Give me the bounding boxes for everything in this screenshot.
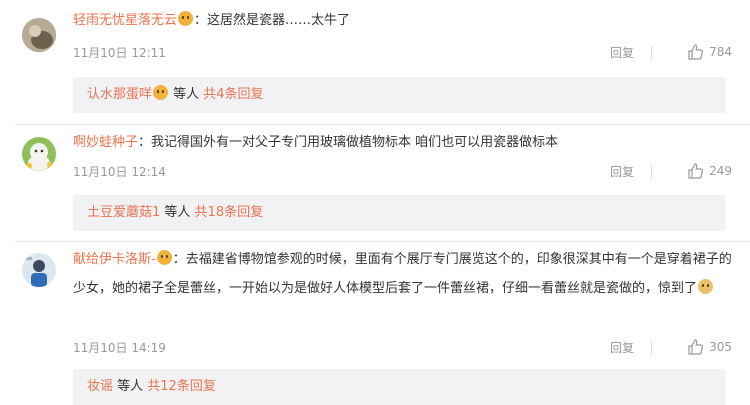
reply-middle-text: 等人: [169, 87, 204, 102]
reply-middle-text: 等人: [113, 379, 148, 394]
meta-divider: [651, 341, 652, 355]
like-button[interactable]: 784: [687, 44, 732, 60]
comment-time: 11月10日 12:14: [73, 165, 166, 179]
comment-body: 这居然是瓷器……太牛了: [207, 13, 351, 28]
avatar-image: [22, 137, 56, 171]
comment-meta: 11月10日 12:14 回复 249: [73, 163, 732, 183]
comment-divider: [15, 124, 750, 125]
reply-first-user[interactable]: 认水那蛋咩: [87, 87, 152, 102]
comment-username[interactable]: 献给伊卡洛斯-: [73, 252, 156, 267]
comment-time: 11月10日 12:11: [73, 46, 166, 60]
reply-first-user[interactable]: 妆谣: [87, 379, 113, 394]
separator: ：: [138, 135, 152, 150]
separator: ：: [194, 13, 208, 28]
reply-button[interactable]: 回复: [610, 339, 634, 356]
thumbs-up-icon: [687, 163, 704, 179]
avatar[interactable]: [22, 137, 56, 171]
comment-text: 啊妙蛙种子：我记得国外有一对父子专门用玻璃做植物标本 咱们也可以用瓷器做标本: [73, 128, 732, 157]
separator: ：: [172, 252, 186, 267]
emoji-icon: [156, 250, 172, 265]
like-button[interactable]: 249: [687, 163, 732, 179]
like-button[interactable]: 305: [687, 339, 732, 355]
meta-divider: [651, 165, 652, 179]
emoji-icon: [153, 85, 169, 100]
meta-divider: [651, 46, 652, 60]
comment-text: 献给伊卡洛斯- ：去福建省博物馆参观的时候，里面有个展厅专门展览这个的，印象很深其…: [73, 245, 732, 303]
avatar-image: [22, 253, 56, 287]
comment-username[interactable]: 啊妙蛙种子: [73, 135, 138, 150]
avatar[interactable]: [22, 253, 56, 287]
comment-time: 11月10日 14:19: [73, 341, 166, 355]
reply-middle-text: 等人: [160, 205, 195, 220]
emoji-icon: [178, 11, 194, 26]
comment-text: 轻雨无忧星落无云 ：这居然是瓷器……太牛了: [73, 6, 732, 35]
reply-summary[interactable]: 妆谣 等人 共12条回复: [73, 369, 725, 405]
like-count: 784: [709, 45, 732, 59]
thumbs-up-icon: [687, 44, 704, 60]
comment-meta: 11月10日 14:19 回复 305: [73, 339, 732, 359]
like-count: 305: [709, 340, 732, 354]
comment-meta: 11月10日 12:11 回复 784: [73, 44, 732, 64]
reply-summary[interactable]: 认水那蛋咩 等人 共4条回复: [73, 77, 725, 113]
comment-divider: [15, 241, 750, 242]
avatar[interactable]: [22, 18, 56, 52]
reply-total-link[interactable]: 共12条回复: [147, 379, 216, 394]
thumbs-up-icon: [687, 339, 704, 355]
reply-first-user[interactable]: 土豆爱蘑菇1: [87, 205, 160, 220]
comment-username[interactable]: 轻雨无忧星落无云: [73, 13, 177, 28]
reply-total-link[interactable]: 共4条回复: [203, 87, 263, 102]
clap-emoji-icon: [698, 279, 714, 294]
reply-total-link[interactable]: 共18条回复: [195, 205, 264, 220]
reply-button[interactable]: 回复: [610, 44, 634, 61]
like-count: 249: [709, 164, 732, 178]
reply-button[interactable]: 回复: [610, 163, 634, 180]
reply-summary[interactable]: 土豆爱蘑菇1 等人 共18条回复: [73, 195, 725, 231]
avatar-image: [22, 18, 56, 52]
comment-body: 我记得国外有一对父子专门用玻璃做植物标本 咱们也可以用瓷器做标本: [151, 135, 559, 150]
